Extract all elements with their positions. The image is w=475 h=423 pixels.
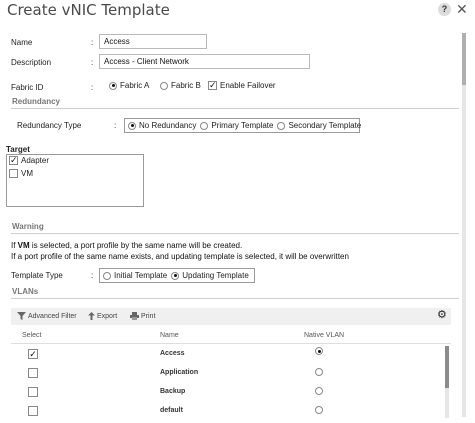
enable-failover-checkbox[interactable]: ✓ bbox=[208, 81, 217, 90]
warning-line-1: If VM is selected, a port profile by the… bbox=[11, 241, 242, 250]
primary-template-radio[interactable] bbox=[200, 121, 209, 130]
filter-icon bbox=[17, 312, 26, 320]
fabric-b-option[interactable]: Fabric B bbox=[160, 81, 201, 90]
warning-line-1-suffix: is selected, a port profile by the same … bbox=[29, 241, 243, 250]
target-item-adapter[interactable]: ✓ Adapter bbox=[9, 156, 49, 165]
table-row[interactable]: ✓ Access bbox=[11, 345, 441, 363]
vlans-section-title: VLANs bbox=[12, 287, 39, 296]
table-scroll-thumb[interactable] bbox=[445, 346, 449, 388]
template-type-group: Initial Template Updating Template bbox=[99, 268, 255, 283]
table-row[interactable]: Application bbox=[11, 364, 441, 382]
description-input[interactable]: Access - Client Network bbox=[99, 54, 310, 69]
vlans-toolbar bbox=[11, 308, 451, 325]
primary-template-option[interactable]: Primary Template bbox=[200, 121, 273, 130]
table-row[interactable]: Backup bbox=[11, 383, 441, 401]
initial-template-radio[interactable] bbox=[103, 271, 111, 280]
row-name: Application bbox=[160, 369, 199, 376]
row-name: Backup bbox=[160, 388, 186, 395]
warning-section-title: Warning bbox=[12, 222, 44, 231]
fabric-a-option[interactable]: Fabric A bbox=[109, 81, 149, 90]
row-name: default bbox=[160, 407, 183, 414]
fabric-b-radio[interactable] bbox=[160, 81, 168, 90]
vm-checkbox[interactable] bbox=[9, 169, 18, 178]
export-label: Export bbox=[97, 312, 118, 320]
fabric-a-radio[interactable] bbox=[109, 81, 117, 90]
vm-label: VM bbox=[21, 169, 33, 178]
column-header-name[interactable]: Name bbox=[160, 332, 179, 339]
advanced-filter-label: Advanced Filter bbox=[28, 312, 77, 320]
row-native-vlan-radio[interactable] bbox=[315, 406, 324, 414]
initial-template-label: Initial Template bbox=[114, 271, 168, 280]
warning-line-2: If a port profile of the same name exist… bbox=[11, 252, 349, 261]
no-redundancy-label: No Redundancy bbox=[139, 121, 197, 130]
row-select-checkbox[interactable]: ✓ bbox=[28, 349, 38, 359]
row-select-checkbox[interactable] bbox=[28, 368, 38, 378]
row-select-checkbox[interactable] bbox=[28, 387, 38, 397]
vlans-divider bbox=[11, 298, 459, 299]
description-label: Description bbox=[11, 58, 52, 67]
name-input[interactable]: Access bbox=[99, 34, 207, 49]
redundancy-section-title: Redundancy bbox=[12, 97, 61, 106]
settings-gear-icon[interactable]: ⚙ bbox=[437, 309, 447, 321]
row-native-vlan-radio[interactable] bbox=[315, 347, 324, 355]
row-native-vlan-radio[interactable] bbox=[315, 368, 324, 376]
redundancy-type-label: Redundancy Type bbox=[17, 121, 82, 130]
updating-template-radio[interactable] bbox=[171, 271, 180, 280]
secondary-template-label: Secondary Template bbox=[288, 121, 362, 130]
name-colon: : bbox=[91, 38, 94, 47]
advanced-filter-button[interactable]: Advanced Filter bbox=[17, 312, 77, 320]
updating-template-option[interactable]: Updating Template bbox=[171, 271, 249, 280]
dialog-scrollbar[interactable] bbox=[462, 33, 466, 417]
redundancy-divider bbox=[11, 108, 459, 109]
no-redundancy-option[interactable]: No Redundancy bbox=[128, 121, 196, 130]
template-type-colon: : bbox=[91, 271, 94, 280]
column-header-select[interactable]: Select bbox=[22, 332, 41, 339]
help-icon[interactable]: ? bbox=[438, 3, 451, 16]
initial-template-option[interactable]: Initial Template bbox=[103, 271, 167, 280]
row-name: Access bbox=[160, 350, 185, 357]
print-label: Print bbox=[141, 312, 156, 320]
table-header-divider bbox=[11, 343, 451, 344]
print-icon bbox=[130, 312, 139, 320]
redundancy-type-colon: : bbox=[114, 121, 117, 130]
target-list: ✓ Adapter VM bbox=[6, 154, 144, 207]
template-type-label: Template Type bbox=[11, 271, 63, 280]
print-button[interactable]: Print bbox=[130, 312, 155, 320]
table-row[interactable]: default bbox=[11, 402, 441, 420]
column-header-native-vlan[interactable]: Native VLAN bbox=[304, 332, 344, 339]
target-label: Target bbox=[6, 145, 30, 154]
warning-line-1-prefix: If bbox=[11, 241, 18, 250]
fabric-id-colon: : bbox=[91, 83, 94, 92]
enable-failover-option[interactable]: ✓ Enable Failover bbox=[208, 81, 276, 90]
warning-vm-bold: VM bbox=[17, 241, 30, 250]
name-label: Name bbox=[11, 38, 33, 47]
description-colon: : bbox=[91, 58, 94, 67]
secondary-template-radio[interactable] bbox=[277, 121, 286, 130]
export-button[interactable]: Export bbox=[88, 312, 117, 320]
warning-divider bbox=[11, 233, 459, 234]
adapter-checkbox[interactable]: ✓ bbox=[9, 156, 18, 165]
no-redundancy-radio[interactable] bbox=[128, 121, 136, 130]
target-item-vm[interactable]: VM bbox=[9, 169, 33, 178]
export-icon bbox=[88, 312, 95, 320]
row-select-checkbox[interactable] bbox=[28, 406, 38, 416]
dialog-scroll-thumb[interactable] bbox=[462, 33, 466, 85]
updating-template-label: Updating Template bbox=[182, 271, 249, 280]
primary-template-label: Primary Template bbox=[211, 121, 274, 130]
fabric-id-label: Fabric ID bbox=[11, 83, 44, 92]
redundancy-type-group: No Redundancy Primary Template Secondary… bbox=[124, 118, 361, 133]
fabric-b-label: Fabric B bbox=[171, 81, 201, 90]
dialog-title: Create vNIC Template bbox=[7, 1, 170, 19]
close-icon[interactable]: ✕ bbox=[456, 1, 468, 17]
enable-failover-label: Enable Failover bbox=[220, 81, 276, 90]
secondary-template-option[interactable]: Secondary Template bbox=[277, 121, 361, 130]
adapter-label: Adapter bbox=[21, 156, 50, 165]
fabric-a-label: Fabric A bbox=[120, 81, 150, 90]
row-native-vlan-radio[interactable] bbox=[315, 387, 324, 395]
